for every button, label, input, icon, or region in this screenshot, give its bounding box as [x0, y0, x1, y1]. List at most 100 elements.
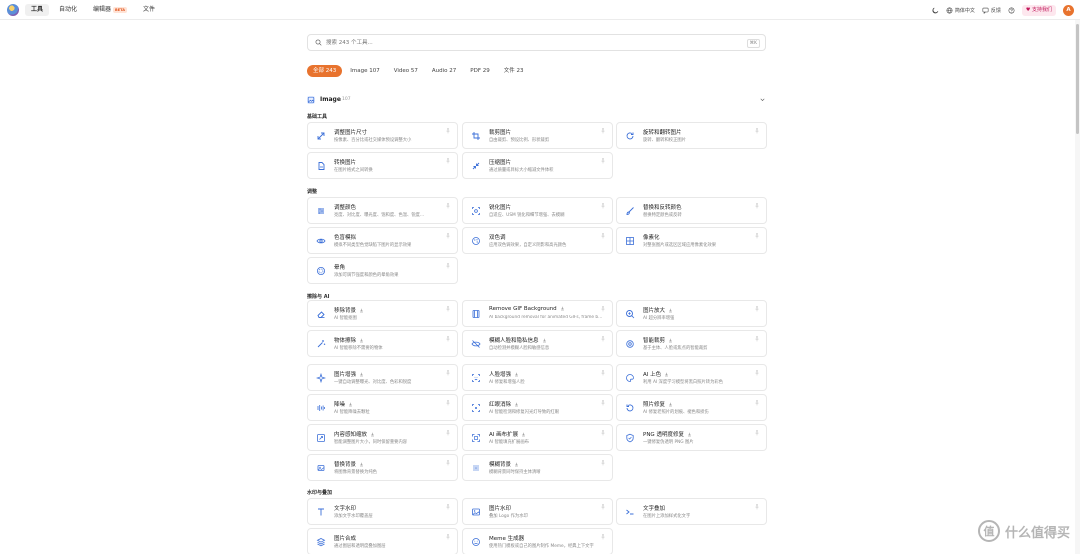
tool-card-title-text: 智能裁剪 [643, 338, 666, 344]
pin-icon[interactable] [445, 534, 451, 540]
download-icon [360, 462, 364, 467]
tool-card[interactable]: 文字叠加 在图片上添加样式化文字 [616, 498, 767, 525]
pin-icon[interactable] [600, 233, 606, 239]
pin-icon[interactable] [600, 534, 606, 540]
filter-all[interactable]: 全部 243 [307, 65, 343, 77]
feedback-button[interactable]: 反馈 [982, 7, 1001, 14]
pin-icon[interactable] [445, 306, 451, 312]
scrollbar-thumb[interactable] [1076, 24, 1079, 134]
pin-icon[interactable] [754, 128, 760, 134]
user-avatar[interactable]: A [1063, 4, 1074, 16]
pin-icon[interactable] [600, 460, 606, 466]
tool-card[interactable]: Remove GIF Background AI background remov… [462, 300, 613, 327]
pin-icon[interactable] [600, 158, 606, 164]
pin-icon[interactable] [445, 203, 451, 209]
tool-card[interactable]: 红眼消除 AI 智能检测和修复闪光灯导致的红眼 [462, 394, 613, 421]
moon-icon[interactable] [932, 7, 939, 14]
language-switcher[interactable]: 简体中文 [946, 7, 975, 14]
pin-icon[interactable] [445, 460, 451, 466]
tool-card[interactable]: 调整颜色 亮度、对比度、曝光度、饱和度、色温、锐度… [307, 197, 458, 224]
pin-icon[interactable] [754, 400, 760, 406]
tool-card[interactable]: 内容感知缩放智能调整图片大小，同时保留重要内容 [307, 424, 458, 451]
download-icon [522, 432, 526, 437]
tool-card[interactable]: 替换和反转颜色 替换特定颜色或反转 [616, 197, 767, 224]
tool-card[interactable]: 模糊人脸和隐私信息 自动检测并模糊人脸和敏感信息 [462, 330, 613, 357]
tool-card[interactable]: 图片水印 叠加 Logo 作为水印 [462, 498, 613, 525]
tool-card-title-text: 模糊背景 [489, 462, 512, 468]
tool-card[interactable]: 转换图片 在图片格式之间转换 [307, 152, 458, 179]
tool-card[interactable]: 锐化图片 自适应、USM 锐化和细节增强、去模糊 [462, 197, 613, 224]
filter-video[interactable]: Video 57 [388, 65, 424, 77]
filter-audio[interactable]: Audio 27 [426, 65, 462, 77]
search-input[interactable] [326, 38, 706, 48]
pin-icon[interactable] [754, 370, 760, 376]
tool-card[interactable]: 双色调 应用双色调效果，自定义阴影和高光颜色 [462, 227, 613, 254]
tool-card[interactable]: 文字水印 添加文字水印覆盖层 [307, 498, 458, 525]
pin-icon[interactable] [445, 158, 451, 164]
filter-pdf[interactable]: PDF 29 [464, 65, 495, 77]
pin-icon[interactable] [445, 233, 451, 239]
pin-icon[interactable] [754, 306, 760, 312]
nav-item-automation[interactable]: 自动化 [53, 4, 83, 16]
tool-card[interactable]: Meme 生成器 使用热门模板或自己的图片制作 Meme，经典上下文字 [462, 528, 613, 554]
pin-icon[interactable] [600, 504, 606, 510]
tool-card[interactable]: 晕角 添加可调节强度和颜色的晕角效果 [307, 257, 458, 284]
tool-card[interactable]: 照片修复 AI 修复老照片的划痕、褪色和损伤 [616, 394, 767, 421]
pin-icon[interactable] [600, 430, 606, 436]
tool-card[interactable]: 裁剪图片 自由裁剪、预设比例、形状裁剪 [462, 122, 613, 149]
tool-card[interactable]: 图片放大 AI 超分辨率增强 [616, 300, 767, 327]
download-icon [542, 338, 546, 343]
pin-icon[interactable] [754, 336, 760, 342]
tool-card[interactable]: 智能裁剪 基于主体、人脸或焦点的智能裁剪 [616, 330, 767, 357]
pin-icon[interactable] [754, 430, 760, 436]
pin-icon[interactable] [600, 370, 606, 376]
pin-icon[interactable] [445, 400, 451, 406]
help-icon[interactable] [1008, 7, 1015, 14]
page-scrollbar[interactable] [1075, 20, 1080, 554]
pin-icon[interactable] [600, 203, 606, 209]
nav-item-editor[interactable]: 编辑器 BETA [87, 4, 133, 16]
tool-card[interactable]: 旋转和翻转图片 旋转、翻转和校正图片 [616, 122, 767, 149]
pin-icon[interactable] [445, 370, 451, 376]
tool-card[interactable]: 压缩图片 通过质量或目标大小缩减文件体积 [462, 152, 613, 179]
tool-card-description: 智能调整图片大小，同时保留重要内容 [334, 440, 408, 445]
pin-icon[interactable] [600, 400, 606, 406]
tool-card[interactable]: 人脸增强 AI 修复和增强人脸 [462, 364, 613, 391]
pin-icon[interactable] [754, 203, 760, 209]
pin-icon[interactable] [754, 504, 760, 510]
nav-item-files[interactable]: 文件 [137, 4, 161, 16]
support-us-button[interactable]: ♥ 支持我们 [1021, 4, 1056, 16]
tool-card[interactable]: 模糊背景 模糊背景同时保持主体清晰 [462, 454, 613, 481]
pin-icon[interactable] [600, 128, 606, 134]
tool-card[interactable]: AI 画布扩展 AI 智能填充扩展画布 [462, 424, 613, 451]
tool-card[interactable]: 图片增强 一键自动调整曝光、对比度、色彩和锐度 [307, 364, 458, 391]
chevron-down-icon[interactable] [759, 96, 766, 103]
pin-icon[interactable] [754, 233, 760, 239]
tool-card[interactable]: 移除背景 AI 智能抠图 [307, 300, 458, 327]
tool-card-title: 内容感知缩放 [334, 430, 375, 438]
eraser-icon [317, 311, 325, 318]
pin-icon[interactable] [445, 336, 451, 342]
tool-card[interactable]: 图片合成 通过图层和透明度叠加图层 [307, 528, 458, 554]
pin-icon[interactable] [445, 128, 451, 134]
tool-card[interactable]: 色盲模拟 模拟不同类型色觉缺陷下图片的显示效果 [307, 227, 458, 254]
tool-card[interactable]: 替换背景 将图像背景替换为纯色 [307, 454, 458, 481]
tool-card[interactable]: AI 上色 利用 AI 深度学习模型将黑白照片转为彩色 [616, 364, 767, 391]
section-title: Image [320, 96, 341, 103]
tool-card[interactable]: 物体擦除 AI 智能移除不需要的物体 [307, 330, 458, 357]
tool-card[interactable]: 降噪 AI 智能降噪去颗粒 [307, 394, 458, 421]
pin-icon[interactable] [600, 336, 606, 342]
section-header-image[interactable]: Image 107 [307, 95, 766, 105]
app-logo[interactable] [7, 4, 19, 16]
tool-card[interactable]: PNG 透明度修复 一键修复伪透明 PNG 图片 [616, 424, 767, 451]
tool-card[interactable]: 像素化 对整张图片或选区区域应用像素化效果 [616, 227, 767, 254]
pin-icon[interactable] [445, 504, 451, 510]
nav-item-tools[interactable]: 工具 [25, 4, 50, 16]
pin-icon[interactable] [445, 263, 451, 269]
pin-icon[interactable] [445, 430, 451, 436]
filter-image[interactable]: Image 107 [344, 65, 385, 77]
pin-icon[interactable] [600, 306, 606, 312]
tool-card-description: AI 修复老照片的划痕、褪色和损伤 [643, 410, 709, 415]
filter-files[interactable]: 文件 23 [498, 65, 530, 77]
tool-card[interactable]: 调整图片尺寸 按像素、百分比或社交媒体预设调整大小 [307, 122, 458, 149]
